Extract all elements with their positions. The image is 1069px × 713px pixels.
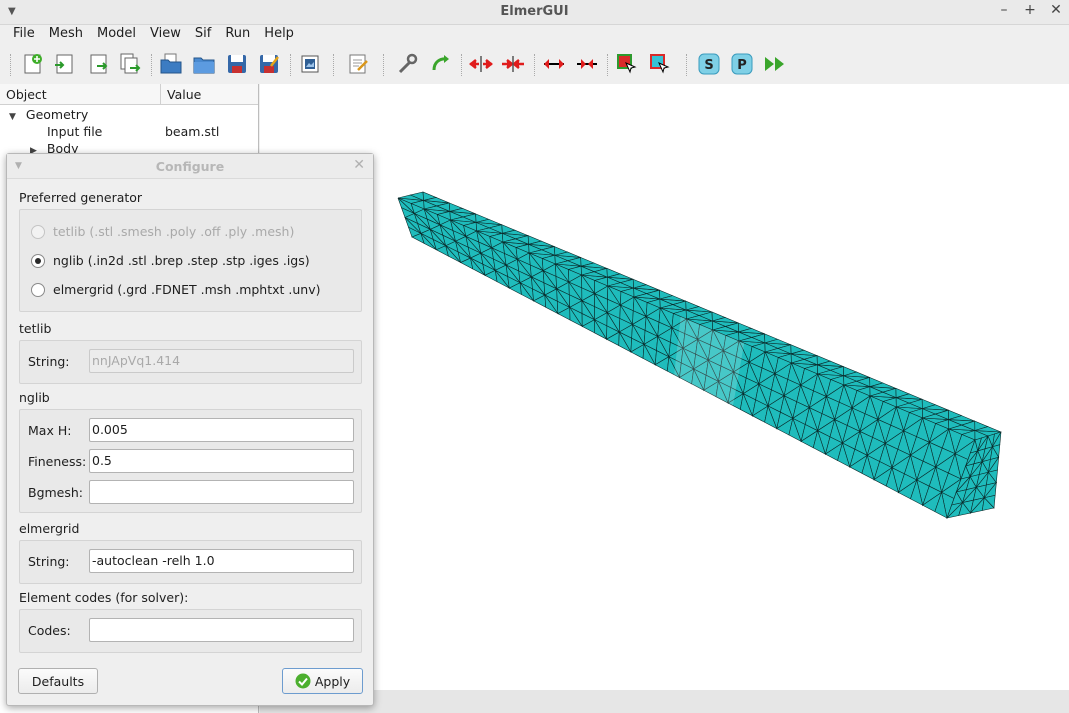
svg-text:S: S — [704, 58, 713, 73]
beam-mesh[interactable] — [260, 84, 1069, 690]
radio-button-nglib[interactable] — [31, 253, 45, 268]
run-icon[interactable] — [763, 52, 787, 76]
minimize-icon[interactable]: – — [997, 2, 1011, 18]
menu-file[interactable]: File — [6, 25, 42, 45]
tetlib-section-label: tetlib — [19, 321, 52, 336]
folder-icon[interactable] — [192, 52, 216, 76]
save-as-icon[interactable] — [257, 52, 281, 76]
unify-edge-icon[interactable] — [575, 52, 599, 76]
toolbar: S P — [0, 46, 1069, 82]
preferred-generator-label: Preferred generator — [19, 190, 143, 205]
configure-dialog: ▼ Configure ✕ Preferred generator tetlib… — [6, 153, 374, 706]
divide-surface-icon[interactable] — [469, 52, 493, 76]
tree-header-value[interactable]: Value — [161, 84, 207, 104]
tree-label: Input file — [47, 124, 103, 139]
dialog-close-icon[interactable]: ✕ — [353, 157, 365, 173]
status-strip — [260, 690, 1069, 713]
bgmesh-input[interactable] — [89, 480, 354, 504]
tree-value: beam.stl — [165, 124, 220, 139]
menu-help[interactable]: Help — [257, 25, 301, 45]
tree-row-geometry[interactable]: ▼ Geometry — [9, 107, 88, 124]
solver-icon[interactable]: S — [697, 52, 721, 76]
radio-label-tetlib: tetlib (.stl .smesh .poly .off .ply .mes… — [53, 224, 295, 239]
dialog-titlebar[interactable]: ▼ Configure ✕ — [7, 154, 373, 179]
menu-view[interactable]: View — [143, 25, 188, 45]
nglib-group: Max H: 0.005 Fineness: 0.5 Bgmesh: — [19, 409, 362, 513]
open-project-icon[interactable] — [159, 52, 183, 76]
nglib-section-label: nglib — [19, 390, 50, 405]
snapshot-icon[interactable] — [298, 52, 322, 76]
select-surfaces-icon[interactable] — [648, 52, 672, 76]
tetlib-group: String: nnJApVq1.414 — [19, 340, 362, 384]
defaults-button-label: Defaults — [31, 673, 85, 689]
window-titlebar: ▼ ElmerGUI – + ✕ — [0, 0, 1069, 25]
open-geometry-icon[interactable] — [52, 52, 76, 76]
menubar: File Mesh Model View Sif Run Help — [0, 25, 1069, 45]
postprocessor-icon[interactable]: P — [730, 52, 754, 76]
menu-run[interactable]: Run — [218, 25, 257, 45]
tree-header-object[interactable]: Object — [0, 84, 161, 104]
generator-group: tetlib (.stl .smesh .poly .off .ply .mes… — [19, 209, 362, 312]
radio-nglib[interactable]: nglib (.in2d .stl .brep .step .stp .iges… — [31, 253, 310, 268]
codes-input[interactable] — [89, 618, 354, 642]
fineness-input[interactable]: 0.5 — [89, 449, 354, 473]
fineness-label: Fineness: — [28, 454, 87, 469]
select-bodies-icon[interactable] — [615, 52, 639, 76]
tetlib-string-input: nnJApVq1.414 — [89, 349, 354, 373]
defaults-button[interactable]: Defaults — [18, 668, 98, 694]
maxh-label: Max H: — [28, 423, 72, 438]
apply-button-label: Apply — [314, 673, 351, 689]
radio-label-nglib[interactable]: nglib (.in2d .stl .brep .step .stp .iges… — [53, 253, 310, 268]
divide-edge-icon[interactable] — [542, 52, 566, 76]
load-mesh-icon[interactable] — [87, 52, 111, 76]
elmergrid-group: String: -autoclean -relh 1.0 — [19, 540, 362, 584]
new-icon[interactable] — [21, 52, 45, 76]
tetlib-string-label: String: — [28, 354, 70, 369]
tree-header: Object Value — [0, 84, 258, 105]
tree-row-input-file[interactable]: Input file — [47, 124, 102, 141]
element-codes-section-label: Element codes (for solver): — [19, 590, 189, 605]
tree-label: Geometry — [25, 107, 89, 122]
dialog-title: Configure — [155, 159, 225, 174]
elmergrid-string-input[interactable]: -autoclean -relh 1.0 — [89, 549, 354, 573]
unify-surface-icon[interactable] — [501, 52, 525, 76]
element-codes-group: Codes: — [19, 609, 362, 653]
radio-tetlib: tetlib (.stl .smesh .poly .off .ply .mes… — [31, 224, 294, 239]
maxh-input[interactable]: 0.005 — [89, 418, 354, 442]
check-icon — [295, 673, 311, 689]
remesh-icon[interactable] — [429, 52, 453, 76]
menu-model[interactable]: Model — [90, 25, 143, 45]
elmergrid-section-label: elmergrid — [19, 521, 80, 536]
radio-button-elmergrid[interactable] — [31, 282, 45, 297]
radio-elmergrid[interactable]: elmergrid (.grd .FDNET .msh .mphtxt .unv… — [31, 282, 321, 297]
wrench-icon[interactable] — [396, 52, 420, 76]
menu-sif[interactable]: Sif — [188, 25, 218, 45]
radio-button-tetlib — [31, 224, 45, 239]
tree-value-input-file: beam.stl — [165, 124, 219, 141]
bgmesh-label: Bgmesh: — [28, 485, 84, 500]
expand-arrow-icon[interactable]: ▼ — [9, 112, 16, 122]
edit-sif-icon[interactable] — [346, 52, 370, 76]
maximize-icon[interactable]: + — [1023, 2, 1037, 18]
close-icon[interactable]: ✕ — [1049, 2, 1063, 18]
apply-button[interactable]: Apply — [282, 668, 363, 694]
elmergrid-string-label: String: — [28, 554, 70, 569]
svg-text:P: P — [737, 58, 747, 73]
radio-label-elmergrid[interactable]: elmergrid (.grd .FDNET .msh .mphtxt .unv… — [53, 282, 321, 297]
window-title: ElmerGUI — [500, 4, 569, 19]
mesh-viewport[interactable] — [260, 84, 1069, 690]
menu-mesh[interactable]: Mesh — [42, 25, 90, 45]
save-mesh-icon[interactable] — [118, 52, 142, 76]
codes-label: Codes: — [28, 623, 71, 638]
save-icon[interactable] — [225, 52, 249, 76]
